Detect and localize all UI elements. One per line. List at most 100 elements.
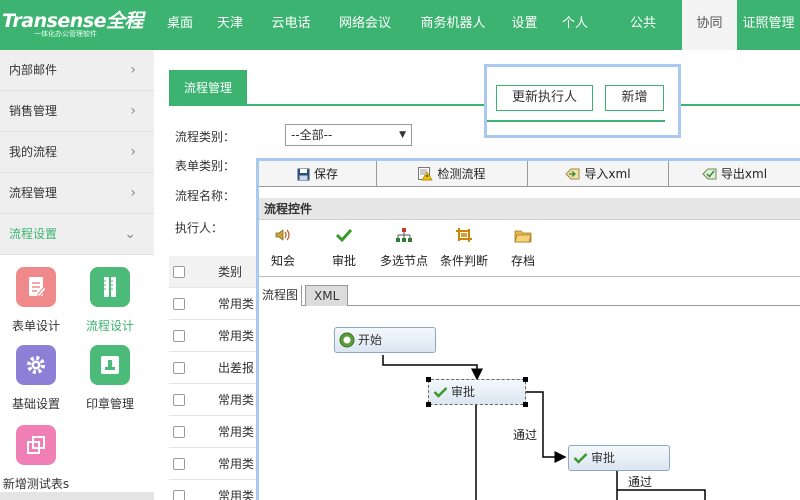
- flow-controls: 知会 审批 多选节点 条件判断 存档: [259, 223, 800, 273]
- row-checkbox[interactable]: [173, 330, 185, 342]
- tab-flow-management[interactable]: 流程管理: [169, 70, 247, 106]
- nav-item-5[interactable]: 设置: [503, 0, 546, 50]
- sidebar-item-label: 流程管理: [9, 186, 58, 200]
- tab-flowchart[interactable]: 流程图: [259, 285, 303, 306]
- flow-grid: 类别 常用类 常用类 出差报 常用类 常用类 常用类 常用类: [169, 256, 269, 500]
- edge-approve-to-approve: [525, 391, 567, 463]
- nav-item-9[interactable]: 证照管理: [737, 0, 800, 50]
- node-start[interactable]: 开始: [334, 327, 436, 353]
- row-checkbox[interactable]: [173, 362, 185, 374]
- select-all-checkbox[interactable]: [173, 266, 185, 278]
- view-tabs: 流程图 XML: [259, 285, 800, 306]
- import-xml-label: 导入xml: [584, 166, 631, 181]
- app-flow-design[interactable]: 流程设计: [74, 267, 146, 334]
- resize-handle[interactable]: [426, 402, 431, 407]
- speaker-icon: [275, 229, 290, 241]
- node-label: 开始: [358, 333, 383, 347]
- nav-item-7[interactable]: 公共: [604, 0, 682, 50]
- row-type-cell: 常用类: [218, 457, 255, 471]
- grid-header-row: 类别: [169, 256, 269, 288]
- table-row[interactable]: 常用类: [169, 320, 269, 352]
- gear-icon: [16, 345, 56, 385]
- chevron-right-icon: ›: [130, 185, 136, 201]
- add-button[interactable]: 新增: [605, 85, 664, 111]
- folder-icon: [514, 230, 532, 243]
- sidebar-item-3[interactable]: 流程管理 ›: [0, 173, 154, 214]
- control-label: 审批: [331, 254, 356, 268]
- sidebar-item-label: 内部邮件: [9, 63, 58, 77]
- table-row[interactable]: 常用类: [169, 416, 269, 448]
- import-icon: [565, 168, 580, 180]
- check-flow-icon: [418, 167, 434, 181]
- check-flow-label: 检测流程: [437, 166, 486, 181]
- import-xml-button[interactable]: 导入xml: [528, 161, 669, 187]
- tab-xml[interactable]: XML: [305, 285, 349, 306]
- nav-item-1[interactable]: 天津: [205, 0, 255, 50]
- app-seal-management[interactable]: 印章管理: [74, 345, 146, 412]
- flow-type-label: 流程类别：: [175, 130, 236, 144]
- flow-canvas[interactable]: 开始 审批 通过 审批 通过: [259, 307, 800, 500]
- resize-handle[interactable]: [523, 377, 528, 382]
- control-archive[interactable]: 存档: [509, 223, 537, 269]
- column-header-type: 类别: [218, 265, 243, 279]
- top-bar: Transense全程 一体化办公管理软件 桌面 天津 云电话 网络会议 商务机器人 设置…: [0, 0, 800, 50]
- sidebar-item-4[interactable]: 流程设置 ⌄: [0, 214, 154, 255]
- save-icon: [297, 168, 310, 180]
- main-nav: 桌面 天津 云电话 网络会议 商务机器人 设置 个人 公共 协同 证照管理: [155, 0, 800, 50]
- control-condition[interactable]: 条件判断: [436, 223, 492, 269]
- check-flow-button[interactable]: 检测流程: [377, 161, 528, 187]
- table-row[interactable]: 出差报: [169, 352, 269, 384]
- row-checkbox[interactable]: [173, 394, 185, 406]
- control-multi-node[interactable]: 多选节点: [376, 223, 432, 269]
- row-type-cell: 常用类: [218, 393, 255, 407]
- condition-icon: [456, 228, 472, 242]
- sidebar-item-0[interactable]: 内部邮件 ›: [0, 50, 154, 91]
- sidebar-item-2[interactable]: 我的流程 ›: [0, 132, 154, 173]
- resize-handle[interactable]: [426, 377, 431, 382]
- sidebar-item-1[interactable]: 销售管理 ›: [0, 91, 154, 132]
- action-panel-underline: [487, 120, 665, 122]
- row-type-cell: 出差报: [218, 361, 255, 375]
- node-approve-2[interactable]: 审批: [568, 445, 670, 471]
- flow-type-select[interactable]: --全部-- ▼: [285, 124, 412, 146]
- designer-toolbar: 保存 检测流程 导入xml 导出xml: [259, 161, 800, 187]
- table-row[interactable]: 常用类: [169, 480, 269, 500]
- table-row[interactable]: 常用类: [169, 384, 269, 416]
- sidebar-item-label: 销售管理: [9, 104, 58, 118]
- export-xml-button[interactable]: 导出xml: [669, 161, 800, 187]
- nav-item-0[interactable]: 桌面: [155, 0, 205, 50]
- row-type-cell: 常用类: [218, 297, 255, 311]
- dropdown-arrow-icon: ▼: [399, 130, 406, 140]
- row-type-cell: 常用类: [218, 329, 255, 343]
- row-checkbox[interactable]: [173, 426, 185, 438]
- table-row[interactable]: 常用类: [169, 448, 269, 480]
- start-icon: [339, 332, 355, 348]
- control-approve[interactable]: 审批: [330, 223, 358, 269]
- form-design-icon: [16, 267, 56, 307]
- chevron-right-icon: ›: [130, 103, 136, 119]
- row-checkbox[interactable]: [173, 458, 185, 470]
- control-notify[interactable]: 知会: [269, 223, 297, 269]
- nav-item-8[interactable]: 协同: [682, 0, 737, 50]
- app-label: 印章管理: [85, 397, 134, 411]
- row-checkbox[interactable]: [173, 298, 185, 310]
- flow-name-label: 流程名称：: [175, 189, 236, 203]
- node-approve-1[interactable]: 审批: [426, 377, 528, 407]
- brand-logo[interactable]: Transense全程 一体化办公管理软件: [0, 0, 155, 50]
- chevron-right-icon: ›: [130, 62, 136, 78]
- checkmark-icon: [433, 387, 448, 398]
- nav-item-2[interactable]: 云电话: [255, 0, 327, 50]
- table-row[interactable]: 常用类: [169, 288, 269, 320]
- app-grid: 表单设计 流程设计 基础设置 印章管理 新增测试表s: [0, 255, 154, 500]
- row-checkbox[interactable]: [173, 490, 185, 500]
- update-executor-button[interactable]: 更新执行人: [496, 85, 593, 111]
- save-button[interactable]: 保存: [259, 161, 377, 187]
- app-new-test-table[interactable]: 新增测试表s: [0, 425, 72, 492]
- nav-item-4[interactable]: 商务机器人: [403, 0, 503, 50]
- app-basic-settings[interactable]: 基础设置: [0, 345, 72, 412]
- resize-handle[interactable]: [523, 402, 528, 407]
- app-form-design[interactable]: 表单设计: [0, 267, 72, 334]
- nav-item-3[interactable]: 网络会议: [327, 0, 403, 50]
- nav-item-6[interactable]: 个人: [546, 0, 604, 50]
- save-label: 保存: [313, 166, 338, 181]
